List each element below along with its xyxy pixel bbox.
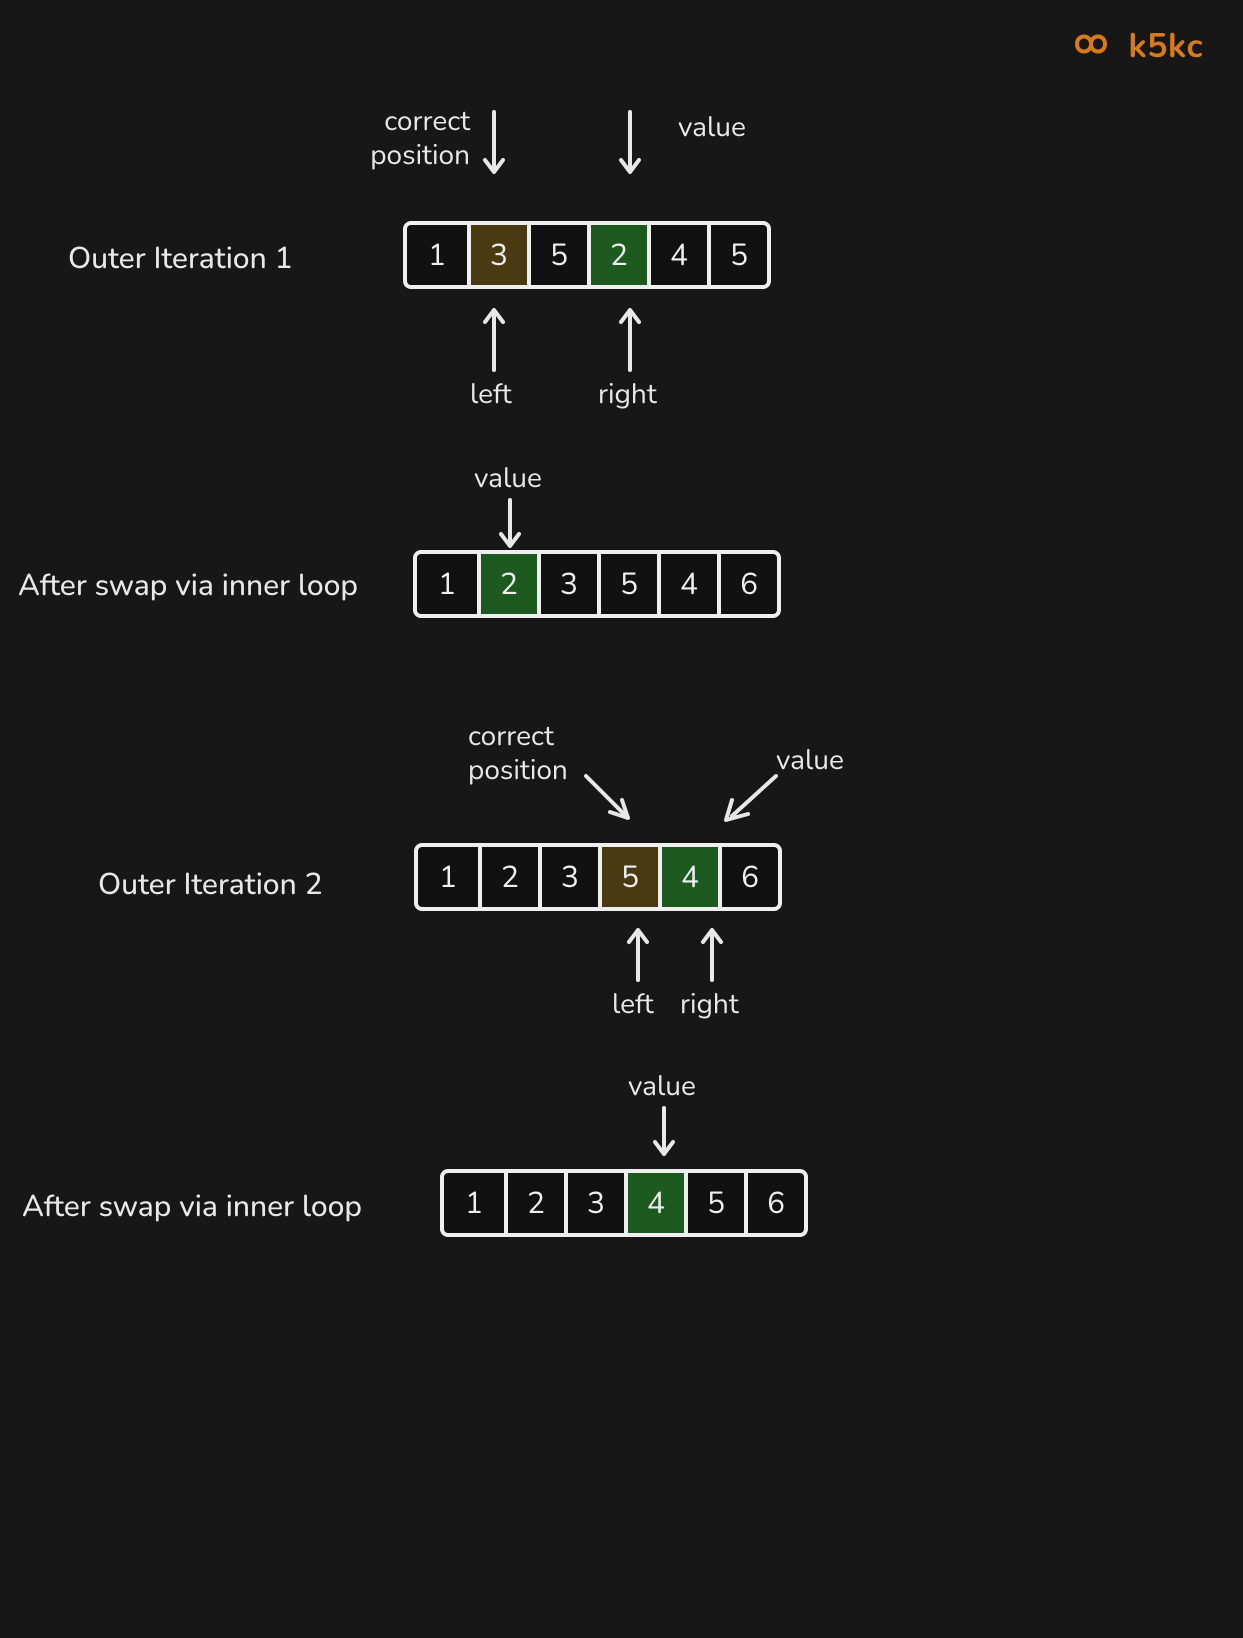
arrow-down-icon (652, 1106, 676, 1162)
array-cell: 4 (647, 225, 707, 285)
array-cell: 5 (527, 225, 587, 285)
label-left: left (612, 988, 654, 1022)
array-cell: 1 (407, 225, 467, 285)
arrow-up-icon (626, 922, 650, 984)
array-cell: 6 (717, 554, 777, 614)
array-row: 123546 (413, 550, 781, 618)
label-value: value (776, 744, 844, 778)
brand-name: k5kc (1128, 24, 1203, 70)
array-cell: 4 (657, 554, 717, 614)
section-title: Outer Iteration 2 (98, 864, 323, 905)
label-value: value (474, 462, 542, 496)
array-cell: 3 (564, 1173, 624, 1233)
label-left: left (470, 378, 512, 412)
array-cell: 3 (537, 554, 597, 614)
arrow-down-icon (618, 110, 642, 182)
arrow-down-icon (482, 110, 506, 182)
array-row: 135245 (403, 221, 771, 289)
array-row: 123456 (440, 1169, 808, 1237)
label-value: value (628, 1070, 696, 1104)
infinity-icon (1064, 25, 1118, 69)
label-right: right (680, 988, 739, 1022)
array-cell: 6 (718, 847, 778, 907)
array-cell: 4 (658, 847, 718, 907)
array-row: 123546 (414, 843, 782, 911)
brand-logo: k5kc (1064, 24, 1203, 70)
array-cell: 4 (624, 1173, 684, 1233)
array-cell: 6 (744, 1173, 804, 1233)
label-correct-position: correctposition (360, 105, 470, 172)
array-cell: 5 (598, 847, 658, 907)
section-title: Outer Iteration 1 (68, 238, 293, 279)
array-cell: 5 (707, 225, 767, 285)
array-cell: 3 (467, 225, 527, 285)
arrow-down-icon (498, 498, 522, 554)
array-cell: 3 (538, 847, 598, 907)
arrow-diag-icon (580, 770, 640, 830)
array-cell: 2 (587, 225, 647, 285)
array-cell: 2 (477, 554, 537, 614)
array-cell: 1 (417, 554, 477, 614)
array-cell: 1 (418, 847, 478, 907)
arrow-up-icon (700, 922, 724, 984)
label-correct-position: correctposition (468, 720, 568, 787)
array-cell: 1 (444, 1173, 504, 1233)
section-title: After swap via inner loop (18, 565, 358, 606)
label-right: right (598, 378, 657, 412)
array-cell: 2 (504, 1173, 564, 1233)
section-title: After swap via inner loop (22, 1186, 362, 1227)
array-cell: 5 (597, 554, 657, 614)
arrow-diag-icon (716, 770, 786, 830)
arrow-up-icon (618, 300, 642, 372)
arrow-up-icon (482, 300, 506, 372)
array-cell: 5 (684, 1173, 744, 1233)
label-value: value (678, 111, 746, 145)
array-cell: 2 (478, 847, 538, 907)
